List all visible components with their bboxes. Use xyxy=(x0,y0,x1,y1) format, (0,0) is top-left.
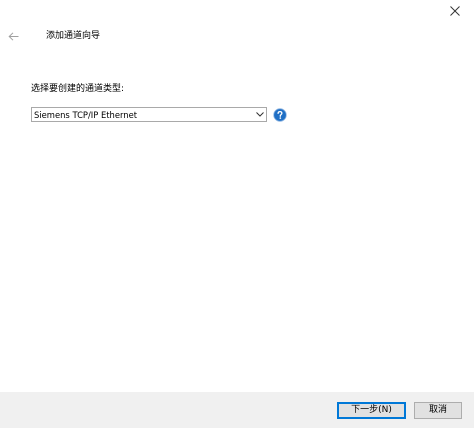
next-button[interactable]: 下一步(N) xyxy=(337,402,406,419)
chevron-down-icon xyxy=(255,110,264,119)
add-channel-wizard-window: 添加通道向导 选择要创建的通道类型: Siemens TCP/IP Ethern… xyxy=(0,0,474,428)
back-arrow-icon xyxy=(7,31,18,41)
channel-type-selected-value: Siemens TCP/IP Ethernet xyxy=(34,110,138,120)
channel-type-prompt: 选择要创建的通道类型: xyxy=(31,84,125,94)
close-icon xyxy=(450,6,460,16)
help-button[interactable] xyxy=(273,108,287,122)
close-button[interactable] xyxy=(436,0,474,22)
cancel-button[interactable]: 取消 xyxy=(414,402,462,419)
help-icon xyxy=(273,108,287,122)
back-button[interactable] xyxy=(4,27,22,45)
wizard-title: 添加通道向导 xyxy=(46,31,101,41)
channel-type-dropdown[interactable]: Siemens TCP/IP Ethernet xyxy=(31,107,267,122)
